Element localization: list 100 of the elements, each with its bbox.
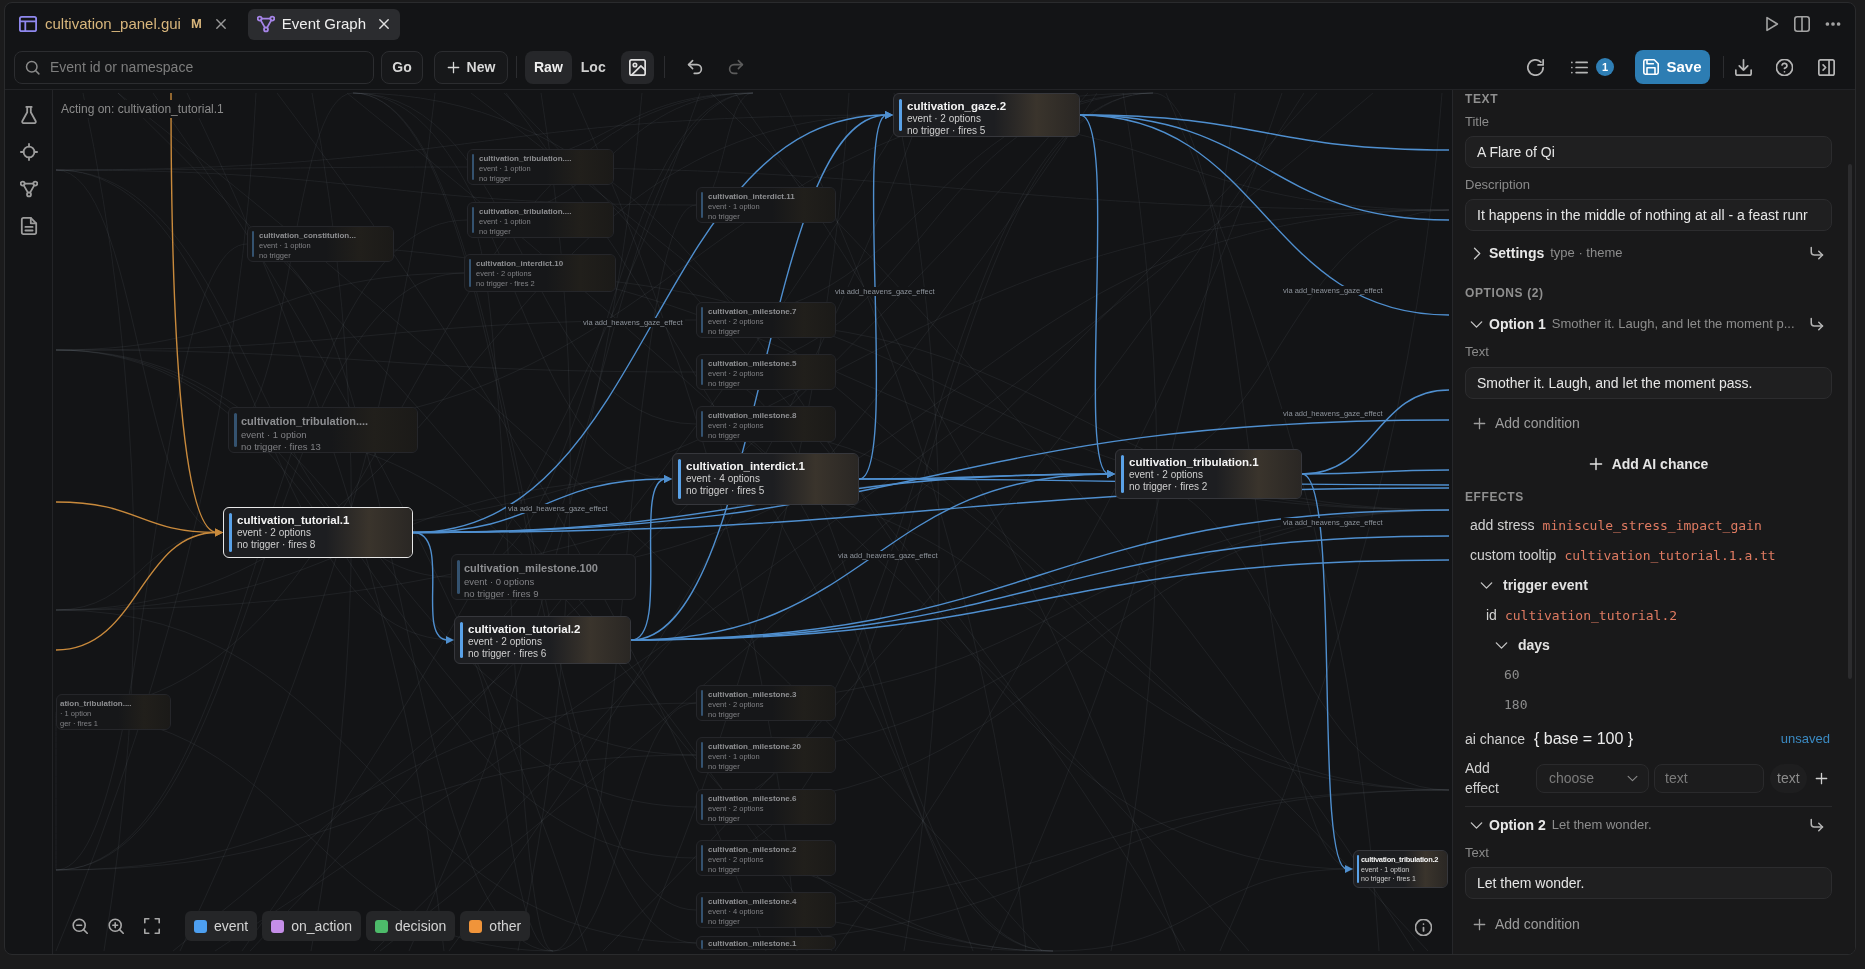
add-condition-button[interactable]: Add condition — [1473, 413, 1580, 433]
zoom-out-icon[interactable] — [72, 918, 88, 934]
node-title: cultivation_interdict.10 — [476, 258, 564, 269]
effect-value: miniscule_stress_impact_gain — [1542, 517, 1762, 535]
field-label: Title — [1465, 114, 1491, 130]
text-field[interactable]: Let them wonder. — [1465, 867, 1832, 899]
effect-key: id — [1486, 605, 1497, 626]
context-label: Acting on: cultivation_tutorial.1 — [59, 100, 226, 118]
node-title: cultivation_interdict.1 — [686, 459, 805, 473]
field-label: Add effect — [1465, 759, 1500, 798]
event-node[interactable]: cultivation_tutorial.2 event · 2 options no trigger · fires 6 — [454, 616, 631, 664]
filter-chip[interactable]: event — [185, 911, 258, 941]
return-arrow-icon[interactable] — [1809, 245, 1824, 261]
search-field[interactable]: Event id or namespace — [14, 50, 374, 84]
document-icon[interactable] — [19, 217, 38, 235]
option-toggle[interactable]: Option 2 — [1465, 814, 1546, 836]
refresh-icon[interactable] — [1527, 58, 1544, 76]
option-summary: Smother it. Laugh, and let the moment p... — [1551, 315, 1795, 334]
type-bar — [678, 459, 681, 499]
crosshair-icon[interactable] — [19, 143, 38, 161]
return-arrow-icon[interactable] — [1809, 817, 1824, 833]
type-bar — [460, 622, 463, 658]
option-toggle[interactable]: Option 1 — [1465, 313, 1546, 335]
node-title: cultivation_milestone.4 — [708, 896, 797, 907]
plus-icon[interactable] — [1814, 771, 1828, 785]
redo-icon[interactable] — [727, 59, 744, 75]
close-icon[interactable] — [213, 17, 228, 31]
nodes-icon[interactable] — [19, 180, 38, 198]
new-button[interactable]: New — [434, 50, 508, 84]
node-summary: event · 2 options — [237, 527, 311, 539]
download-icon[interactable] — [1735, 58, 1752, 76]
field-label: Text — [1465, 344, 1490, 360]
type-bar — [1121, 455, 1124, 493]
event-node[interactable]: cultivation_tutorial.1 event · 2 options no trigger · fires 8 — [223, 507, 413, 558]
type-bar — [229, 513, 232, 552]
tab[interactable]: cultivation_panel.gui M — [13, 8, 234, 40]
effect-key: add stress — [1470, 515, 1535, 536]
text-field[interactable]: A Flare of Qi — [1465, 136, 1832, 168]
node-title: cultivation_gaze.2 — [907, 99, 1007, 113]
nodes-icon — [256, 15, 275, 33]
node-status: no trigger · fires 9 — [464, 588, 539, 599]
add-ai-chance-button[interactable]: Add AI chance — [1588, 454, 1709, 474]
event-node[interactable]: cultivation_milestone.1 — [696, 936, 836, 950]
help-icon[interactable] — [1776, 58, 1793, 76]
panel-icon[interactable] — [1818, 58, 1835, 76]
node-status: no trigger · fires 5 — [686, 485, 765, 497]
save-button[interactable]: Save — [1635, 50, 1710, 84]
close-icon[interactable] — [377, 17, 391, 31]
node-title: cultivation_milestone.20 — [708, 741, 801, 752]
plus-icon — [1473, 416, 1486, 430]
undo-icon[interactable] — [686, 59, 703, 75]
return-arrow-icon[interactable] — [1809, 316, 1824, 332]
node-status: no trigger · fires 2 — [1129, 481, 1208, 493]
flask-icon[interactable] — [19, 106, 38, 124]
image-toggle-button[interactable] — [620, 50, 654, 84]
zoom-in-icon[interactable] — [108, 918, 124, 934]
type-chip[interactable]: text — [1770, 763, 1807, 793]
modified-label: M — [190, 15, 202, 34]
mode-tab[interactable]: Loc — [571, 50, 615, 84]
effect-value-field[interactable]: text — [1654, 763, 1764, 793]
text-field[interactable]: Smother it. Laugh, and let the moment pass. — [1465, 367, 1832, 399]
field-label: Description — [1465, 177, 1532, 193]
filter-chip[interactable]: on_action — [262, 911, 361, 941]
tree-toggle[interactable]: days — [1465, 635, 1550, 655]
list-value: 180 — [1503, 696, 1529, 714]
node-title: cultivation_milestone.5 — [708, 358, 797, 369]
node-title: cultivation_milestone.1 — [708, 938, 797, 949]
event-node[interactable]: cultivation_tribulation.... event · 1 option no trigger · fires 13 — [228, 407, 418, 453]
tree-toggle[interactable]: trigger event — [1465, 575, 1588, 595]
effect-value: cultivation_tutorial.1.a.tt — [1564, 547, 1776, 565]
fullscreen-icon[interactable] — [144, 918, 160, 934]
node-status: no trigger · fires 8 — [237, 539, 316, 551]
text-field[interactable]: It happens in the middle of nothing at all - a feast runr — [1465, 199, 1832, 231]
settings-toggle[interactable]: Settings — [1465, 242, 1545, 264]
play-icon[interactable] — [1763, 16, 1779, 32]
split-view-icon[interactable] — [1794, 16, 1810, 32]
effect-type-select[interactable]: choose — [1536, 763, 1649, 793]
event-node[interactable]: cultivation_interdict.1 event · 4 options no trigger · fires 5 — [672, 453, 859, 505]
status-label: unsaved — [1780, 730, 1830, 749]
layout-icon — [19, 15, 37, 33]
field-value: { base = 100 } — [1533, 729, 1634, 749]
event-node[interactable]: cultivation_milestone.100 event · 0 options no trigger · fires 9 — [451, 554, 636, 600]
node-summary: event · 0 options — [464, 576, 535, 588]
go-button[interactable]: Go — [381, 50, 423, 84]
mode-tab[interactable]: Raw — [525, 50, 572, 84]
node-title: cultivation_tutorial.2 — [468, 622, 581, 636]
filter-chip[interactable]: other — [460, 911, 531, 941]
tab[interactable]: Event Graph — [247, 8, 400, 40]
info-icon[interactable] — [1415, 919, 1432, 936]
event-node[interactable]: cultivation_gaze.2 event · 2 options no trigger · fires 5 — [893, 93, 1080, 137]
effect-key: custom tooltip — [1470, 545, 1557, 566]
section-heading: EFFECTS — [1465, 489, 1525, 505]
node-summary: event · 2 options — [468, 636, 542, 648]
settings-summary: type · theme — [1550, 244, 1623, 263]
add-condition-button[interactable]: Add condition — [1473, 914, 1580, 934]
event-node[interactable]: cultivation_tribulation.1 event · 2 options no trigger · fires 2 — [1115, 449, 1302, 499]
node-summary: event · 2 options — [1129, 469, 1203, 481]
filter-chip[interactable]: decision — [365, 911, 456, 941]
effect-value: cultivation_tutorial.2 — [1504, 607, 1678, 625]
node-title: cultivation_milestone.6 — [708, 793, 797, 804]
